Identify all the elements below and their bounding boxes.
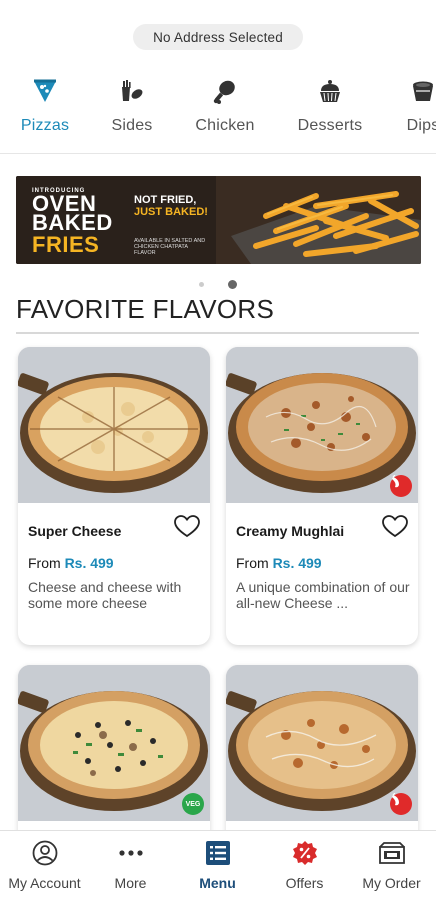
tab-label: Pizzas	[20, 117, 70, 134]
banner-tagline-1: NOT FRIED,	[134, 194, 197, 206]
product-card-creamy-mughlai[interactable]: Creamy Mughlai From Rs. 499 A unique com…	[226, 347, 418, 645]
nav-label: More	[114, 875, 147, 891]
product-price: From Rs. 499	[236, 555, 322, 571]
dip-cup-icon	[409, 74, 436, 108]
more-dots-icon	[118, 839, 144, 867]
favorite-heart-icon[interactable]	[174, 515, 200, 544]
banner-fine-print: AVAILABLE IN SALTED AND CHICKEN CHATPATA…	[134, 238, 206, 256]
pizza-icon	[32, 74, 58, 108]
spicy-chili-icon	[390, 793, 412, 815]
address-bar: No Address Selected	[0, 24, 436, 50]
product-image: VEG	[18, 665, 210, 821]
section-divider	[16, 332, 419, 334]
account-icon	[32, 839, 58, 867]
nav-label: My Account	[8, 875, 81, 891]
tab-label: Desserts	[297, 117, 363, 134]
nav-menu[interactable]: Menu	[174, 839, 261, 897]
bottom-navigation: My Account More Menu Offers My Order	[0, 830, 436, 900]
carousel-dot-active[interactable]	[228, 280, 237, 289]
nav-offers[interactable]: Offers	[261, 839, 348, 897]
nav-label: Menu	[199, 875, 236, 891]
banner-title-line2: BAKED	[32, 210, 113, 235]
carousel-dot[interactable]	[199, 282, 204, 287]
chicken-leg-icon	[211, 74, 239, 108]
product-description: Cheese and cheese with some more cheese	[28, 579, 182, 611]
price-prefix: From	[236, 555, 269, 571]
tab-label: Chicken	[195, 117, 255, 134]
veg-badge: VEG	[182, 793, 204, 815]
price-value: Rs. 499	[64, 555, 114, 571]
tab-label: Dips	[406, 117, 436, 134]
product-price: From Rs. 499	[28, 555, 114, 571]
product-image	[226, 665, 418, 821]
address-selector[interactable]: No Address Selected	[133, 24, 303, 50]
dessert-icon	[316, 74, 344, 108]
banner-tagline-2: JUST BAKED!	[134, 206, 208, 218]
menu-list-icon	[205, 839, 231, 867]
spicy-chili-icon	[390, 475, 412, 497]
product-image	[18, 347, 210, 503]
tab-sides[interactable]: Sides	[87, 68, 177, 153]
tab-dips[interactable]: Dips	[378, 68, 436, 153]
nav-label: Offers	[285, 875, 324, 891]
sides-icon	[118, 74, 146, 108]
price-prefix: From	[28, 555, 61, 571]
product-card-super-cheese[interactable]: Super Cheese From Rs. 499 Cheese and che…	[18, 347, 210, 645]
tab-pizzas[interactable]: Pizzas	[0, 68, 90, 153]
nav-my-account[interactable]: My Account	[1, 839, 88, 897]
order-box-icon	[378, 839, 406, 867]
promo-banner[interactable]: INTRODUCING OVEN BAKED FRIES NOT FRIED, …	[16, 176, 421, 264]
nav-my-order[interactable]: My Order	[348, 839, 435, 897]
product-description: A unique combination of our all-new Chee…	[236, 579, 410, 611]
offers-badge-icon	[292, 839, 318, 867]
nav-label: My Order	[362, 875, 421, 891]
favorite-heart-icon[interactable]	[382, 515, 408, 544]
address-label: No Address Selected	[153, 29, 283, 45]
product-name: Creamy Mughlai	[236, 523, 345, 539]
product-name: Super Cheese	[28, 523, 122, 539]
price-value: Rs. 499	[272, 555, 322, 571]
banner-title-line3: FRIES	[32, 232, 100, 257]
tab-chicken[interactable]: Chicken	[180, 68, 270, 153]
tab-desserts[interactable]: Desserts	[285, 68, 375, 153]
carousel-indicator	[0, 280, 436, 289]
category-tabs: Pizzas Sides Chicken Desserts Dips	[0, 68, 436, 154]
section-title: FAVORITE FLAVORS	[16, 294, 275, 324]
product-image	[226, 347, 418, 503]
nav-more[interactable]: More	[87, 839, 174, 897]
tab-label: Sides	[111, 117, 153, 134]
